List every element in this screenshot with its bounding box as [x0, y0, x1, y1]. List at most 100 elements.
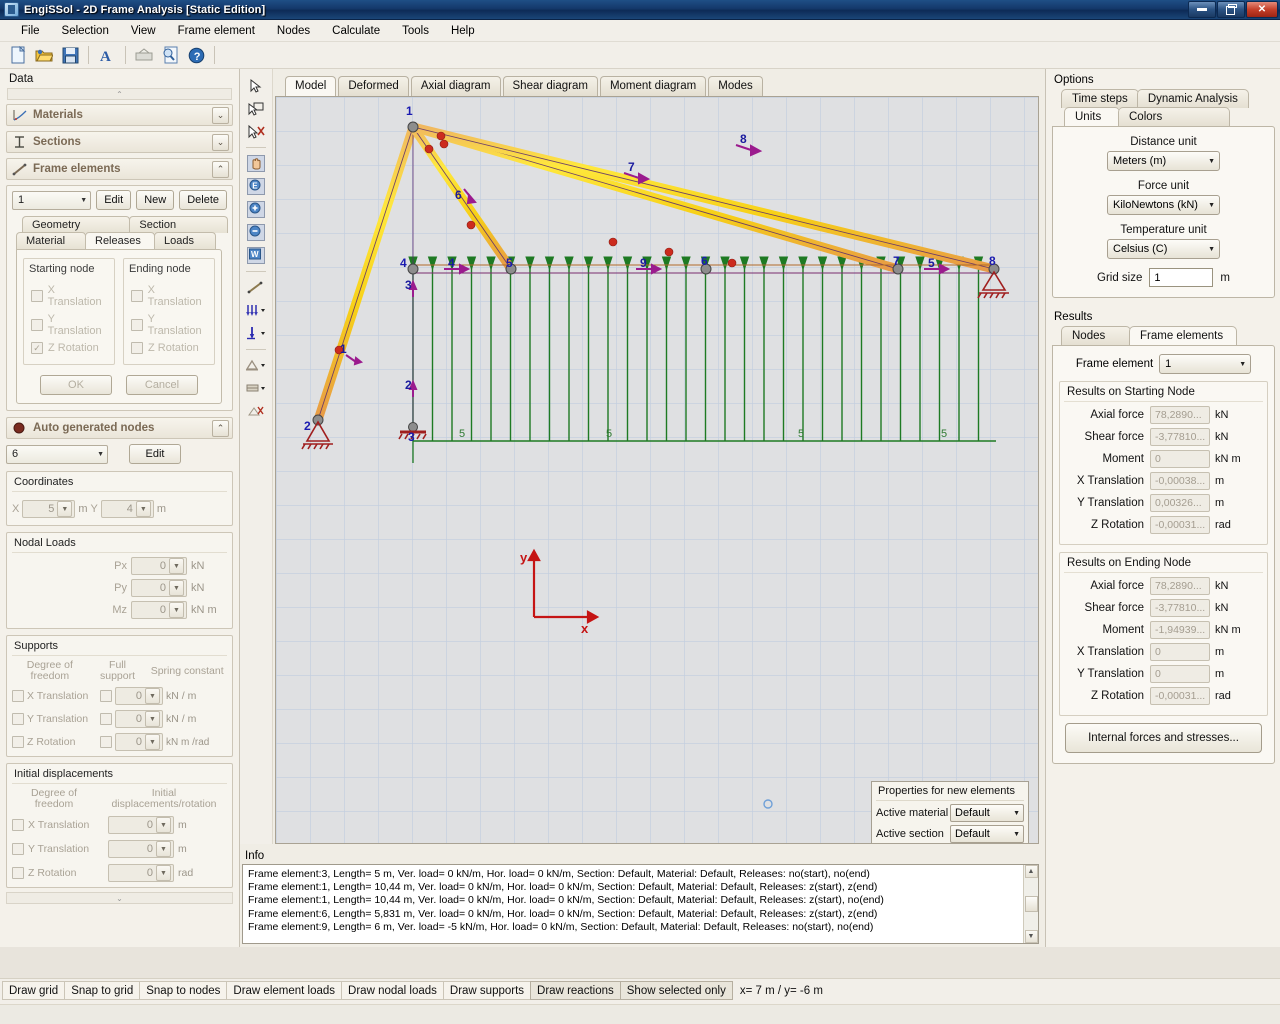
save-disk-icon[interactable] [58, 44, 82, 67]
menu-item-view[interactable]: View [120, 22, 167, 40]
select-window-icon[interactable] [245, 98, 267, 119]
support-icon[interactable] [245, 355, 267, 376]
chevron-down-icon[interactable]: ▼ [145, 711, 160, 727]
tab-geometry[interactable]: Geometry [22, 216, 131, 233]
tab-moment-diagram[interactable]: Moment diagram [599, 76, 707, 96]
menu-item-file[interactable]: File [10, 22, 51, 40]
initdisp-z-checkbox[interactable] [12, 867, 24, 879]
py-field[interactable]: 0 ▼ [131, 579, 187, 597]
support-z-dof-checkbox[interactable] [12, 736, 24, 748]
chevron-down-icon[interactable]: ▼ [57, 501, 73, 517]
chevron-down-icon[interactable]: ▼ [169, 580, 184, 596]
force-unit-select[interactable]: KiloNewtons (kN) ▼ [1107, 195, 1220, 215]
temperature-unit-select[interactable]: Celsius (C) ▼ [1107, 239, 1220, 259]
auto-node-selector[interactable]: 6 ▼ [6, 444, 108, 464]
initdisp-z-field[interactable]: 0 ▼ [108, 864, 174, 882]
section-assign-icon[interactable] [245, 378, 267, 399]
toggle-draw-element-loads[interactable]: Draw element loads [226, 981, 343, 1000]
new-button[interactable]: New [136, 190, 175, 210]
zoom-page-icon[interactable] [158, 44, 182, 67]
frame-element-result-select[interactable]: 1 ▼ [1159, 354, 1252, 374]
chevron-down-icon[interactable]: ▼ [135, 501, 151, 517]
zoom-in-icon[interactable] [245, 199, 267, 220]
support-x-full-checkbox[interactable] [100, 690, 112, 702]
tab-material[interactable]: Material [16, 232, 86, 249]
tab-shear-diagram[interactable]: Shear diagram [502, 76, 598, 96]
zoom-extents-icon[interactable]: E [245, 176, 267, 197]
chevron-down-icon[interactable]: ▼ [156, 865, 171, 881]
tab-releases[interactable]: Releases [85, 232, 155, 249]
auto-node-edit-button[interactable]: Edit [129, 444, 181, 464]
end-x-translation-checkbox[interactable] [131, 290, 143, 302]
scrollbar-thumb[interactable] [1024, 896, 1038, 912]
internal-forces-button[interactable]: Internal forces and stresses... [1065, 723, 1262, 753]
group-frame-elements[interactable]: Frame elements ⌃ [6, 158, 233, 180]
toggle-draw-nodal-loads[interactable]: Draw nodal loads [341, 981, 444, 1000]
tab-colors[interactable]: Colors [1118, 107, 1230, 126]
start-y-translation-checkbox[interactable] [31, 319, 43, 331]
zoom-window-icon[interactable]: W [245, 245, 267, 266]
support-y-spring-field[interactable]: 0 ▼ [115, 710, 163, 728]
end-z-rotation-row[interactable]: Z Rotation [131, 342, 209, 354]
support-x-spring-field[interactable]: 0 ▼ [115, 687, 163, 705]
print-preview-icon[interactable] [132, 44, 156, 67]
chevron-down-icon[interactable]: ▼ [156, 817, 171, 833]
edit-button[interactable]: Edit [96, 190, 132, 210]
scroll-up-arrow-icon[interactable]: ▲ [1024, 865, 1038, 878]
chevron-down-icon[interactable]: ▼ [145, 688, 160, 704]
toggle-draw-supports[interactable]: Draw supports [442, 981, 532, 1000]
active-section-select[interactable]: Default ▼ [950, 825, 1024, 843]
tab-results-frame-elements[interactable]: Frame elements [1129, 326, 1237, 345]
distance-unit-select[interactable]: Meters (m) ▼ [1107, 151, 1220, 171]
group-sections[interactable]: Sections ⌄ [6, 131, 233, 153]
ok-button[interactable]: OK [40, 375, 112, 395]
support-y-dof-checkbox[interactable] [12, 713, 24, 725]
chevron-down-icon[interactable]: ▼ [169, 558, 184, 574]
menu-item-selection[interactable]: Selection [51, 22, 120, 40]
open-folder-icon[interactable] [32, 44, 56, 67]
chevron-up-icon[interactable]: ⌃ [212, 160, 229, 178]
tab-loads[interactable]: Loads [154, 232, 216, 249]
tab-section[interactable]: Section [129, 216, 228, 233]
help-icon[interactable]: ? [184, 44, 208, 67]
font-icon[interactable]: A [95, 44, 119, 67]
panel-collapse-down-bar[interactable]: ⌄ [6, 892, 233, 904]
tab-dynamic-analysis[interactable]: Dynamic Analysis [1136, 89, 1249, 108]
start-z-rotation-row[interactable]: ✓ Z Rotation [31, 342, 109, 354]
element-load-icon[interactable] [245, 300, 267, 321]
menu-item-calculate[interactable]: Calculate [321, 22, 391, 40]
chevron-down-icon[interactable]: ⌄ [212, 133, 229, 151]
toggle-snap-to-nodes[interactable]: Snap to nodes [139, 981, 228, 1000]
chevron-down-icon[interactable]: ▼ [156, 841, 171, 857]
toggle-draw-reactions[interactable]: Draw reactions [530, 981, 621, 1000]
end-x-translation-row[interactable]: X Translation [131, 284, 209, 308]
support-z-full-checkbox[interactable] [100, 736, 112, 748]
close-button[interactable]: ✕ [1246, 1, 1278, 18]
delete-node-icon[interactable] [245, 401, 267, 422]
initdisp-x-field[interactable]: 0 ▼ [108, 816, 174, 834]
tab-units[interactable]: Units [1064, 107, 1120, 126]
initdisp-y-field[interactable]: 0 ▼ [108, 840, 174, 858]
draw-element-icon[interactable] [245, 277, 267, 298]
grid-size-input[interactable]: 1 [1149, 268, 1214, 287]
coord-x-field[interactable]: 5 ▼ [22, 500, 76, 518]
select-arrow-icon[interactable] [245, 75, 267, 96]
active-material-select[interactable]: Default ▼ [950, 804, 1024, 822]
support-z-spring-field[interactable]: 0 ▼ [115, 733, 163, 751]
chevron-down-icon[interactable]: ⌄ [212, 106, 229, 124]
mz-field[interactable]: 0 ▼ [131, 601, 187, 619]
support-x-dof-checkbox[interactable] [12, 690, 24, 702]
menu-item-tools[interactable]: Tools [391, 22, 440, 40]
window-controls[interactable]: ✕ [1188, 1, 1278, 18]
menu-item-frame-element[interactable]: Frame element [167, 22, 266, 40]
info-scrollbar[interactable]: ▲ ▼ [1023, 865, 1038, 943]
support-y-full-checkbox[interactable] [100, 713, 112, 725]
tab-model[interactable]: Model [285, 76, 337, 96]
tab-deformed[interactable]: Deformed [338, 76, 409, 96]
scroll-down-arrow-icon[interactable]: ▼ [1024, 930, 1038, 943]
initdisp-x-checkbox[interactable] [12, 819, 24, 831]
pan-hand-icon[interactable] [245, 153, 267, 174]
nodal-load-icon[interactable] [245, 323, 267, 344]
group-materials[interactable]: Materials ⌄ [6, 104, 233, 126]
chevron-up-icon[interactable]: ⌃ [212, 419, 229, 437]
